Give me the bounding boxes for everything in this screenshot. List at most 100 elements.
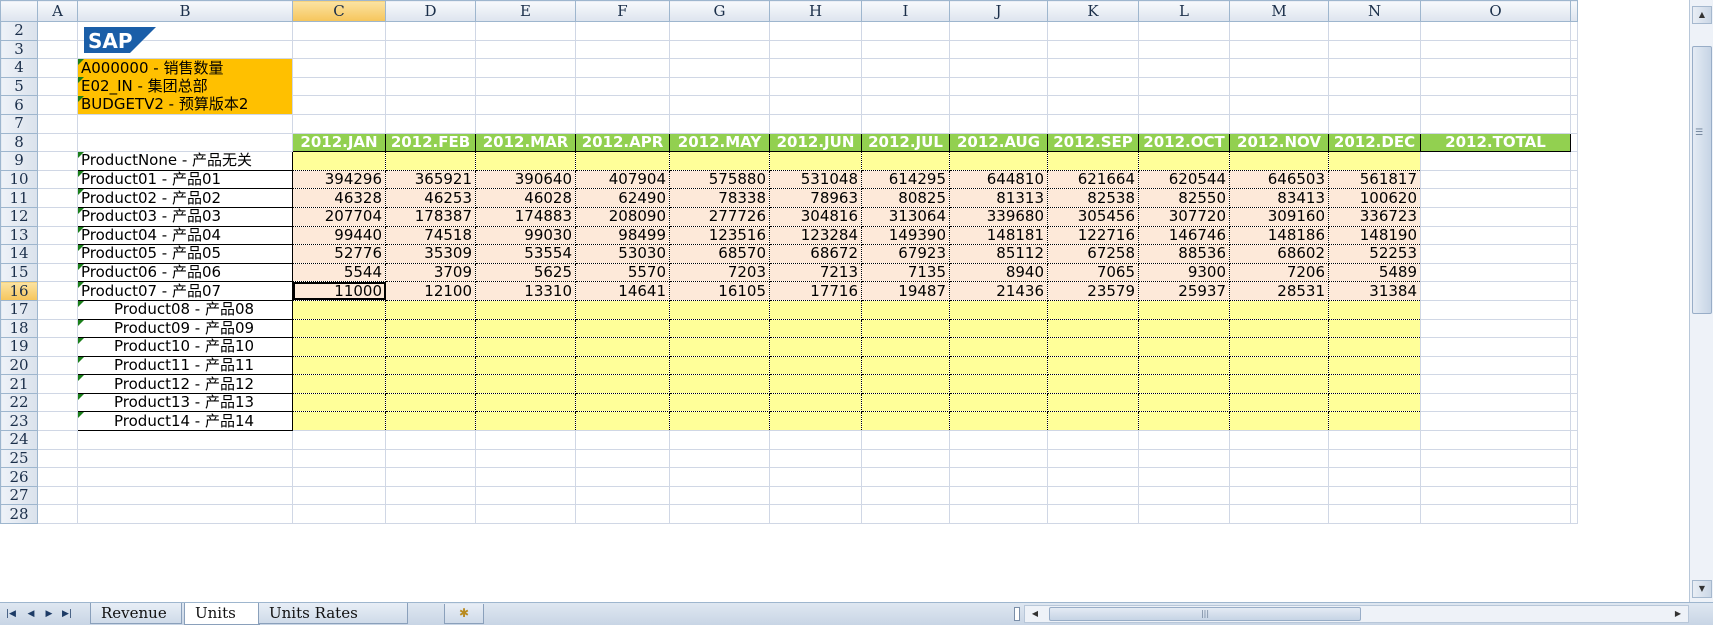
data-cell[interactable]: 8940 bbox=[949, 262, 1048, 283]
row-header[interactable]: 24 bbox=[0, 430, 38, 450]
cell[interactable] bbox=[575, 58, 670, 78]
input-cell[interactable] bbox=[1047, 411, 1139, 432]
cell[interactable] bbox=[1570, 95, 1578, 115]
row-header[interactable]: 11 bbox=[0, 188, 38, 208]
cell[interactable] bbox=[37, 132, 78, 153]
cell[interactable] bbox=[1570, 113, 1578, 134]
cell[interactable] bbox=[949, 58, 1048, 78]
input-cell[interactable] bbox=[1047, 392, 1139, 413]
cell[interactable] bbox=[37, 95, 78, 115]
period-header[interactable]: 2012.OCT bbox=[1138, 132, 1230, 153]
cell[interactable] bbox=[1420, 58, 1571, 78]
row-header[interactable]: 13 bbox=[0, 225, 38, 246]
cell[interactable] bbox=[861, 113, 950, 134]
cell[interactable] bbox=[1328, 113, 1421, 134]
input-cell[interactable] bbox=[1138, 355, 1230, 376]
input-cell[interactable] bbox=[292, 151, 386, 171]
product-label[interactable]: Product12 - 产品12 bbox=[77, 374, 293, 394]
cell[interactable] bbox=[1570, 169, 1578, 190]
cell[interactable] bbox=[1570, 188, 1578, 208]
data-cell[interactable]: 390640 bbox=[475, 169, 576, 190]
cell[interactable] bbox=[949, 113, 1048, 134]
input-cell[interactable] bbox=[669, 374, 770, 394]
cell[interactable] bbox=[37, 206, 78, 227]
vertical-scrollbar[interactable]: ▲ ☰ ▼ bbox=[1689, 0, 1713, 602]
data-cell[interactable]: 305456 bbox=[1047, 206, 1139, 227]
input-cell[interactable] bbox=[1047, 151, 1139, 171]
input-cell[interactable] bbox=[1229, 374, 1329, 394]
data-cell[interactable]: 646503 bbox=[1229, 169, 1329, 190]
cell[interactable] bbox=[37, 392, 78, 413]
cell[interactable] bbox=[1570, 504, 1578, 525]
cell[interactable] bbox=[769, 448, 862, 469]
cell[interactable] bbox=[1138, 39, 1230, 60]
cell[interactable] bbox=[37, 188, 78, 208]
cell[interactable] bbox=[37, 467, 78, 487]
cell[interactable] bbox=[475, 485, 576, 506]
cell[interactable] bbox=[1328, 76, 1421, 97]
row-header[interactable]: 26 bbox=[0, 467, 38, 487]
input-cell[interactable] bbox=[1138, 392, 1230, 413]
cell[interactable] bbox=[1570, 262, 1578, 283]
input-cell[interactable] bbox=[1328, 337, 1421, 357]
cell[interactable] bbox=[669, 58, 770, 78]
data-cell[interactable]: 122716 bbox=[1047, 225, 1139, 246]
cell[interactable] bbox=[475, 113, 576, 134]
cell[interactable] bbox=[1570, 355, 1578, 376]
row-header[interactable]: 3 bbox=[0, 39, 38, 60]
input-cell[interactable] bbox=[861, 411, 950, 432]
scroll-down-icon[interactable]: ▼ bbox=[1692, 580, 1712, 598]
data-cell[interactable]: 575880 bbox=[669, 169, 770, 190]
cell[interactable] bbox=[292, 21, 386, 41]
cell[interactable] bbox=[37, 374, 78, 394]
input-cell[interactable] bbox=[669, 355, 770, 376]
cell[interactable] bbox=[769, 467, 862, 487]
sheet-tab-revenue[interactable]: Revenue bbox=[90, 603, 182, 624]
row-header[interactable]: 12 bbox=[0, 206, 38, 227]
cell[interactable] bbox=[37, 318, 78, 339]
cell[interactable] bbox=[1570, 21, 1578, 41]
product-label[interactable]: Product05 - 产品05 bbox=[77, 244, 293, 264]
input-cell[interactable] bbox=[861, 318, 950, 339]
data-cell[interactable]: 174883 bbox=[475, 206, 576, 227]
cell[interactable] bbox=[292, 76, 386, 97]
column-header-c[interactable]: C bbox=[292, 0, 386, 22]
cell[interactable] bbox=[292, 95, 386, 115]
cell[interactable] bbox=[1328, 504, 1421, 525]
column-header-i[interactable]: I bbox=[861, 0, 950, 22]
input-cell[interactable] bbox=[475, 392, 576, 413]
cell[interactable] bbox=[292, 504, 386, 525]
cell[interactable] bbox=[861, 95, 950, 115]
row-header[interactable]: 14 bbox=[0, 244, 38, 264]
cell[interactable] bbox=[1328, 467, 1421, 487]
product-label[interactable]: Product14 - 产品14 bbox=[77, 411, 293, 432]
data-cell[interactable]: 123284 bbox=[769, 225, 862, 246]
input-cell[interactable] bbox=[385, 374, 476, 394]
cell[interactable] bbox=[769, 113, 862, 134]
column-header-g[interactable]: G bbox=[669, 0, 770, 22]
cell[interactable] bbox=[1420, 318, 1571, 339]
cell[interactable] bbox=[77, 504, 293, 525]
column-header-b[interactable]: B bbox=[77, 0, 293, 22]
cell[interactable] bbox=[769, 430, 862, 450]
row-header[interactable]: 19 bbox=[0, 337, 38, 357]
input-cell[interactable] bbox=[575, 337, 670, 357]
data-cell[interactable]: 277726 bbox=[669, 206, 770, 227]
cell[interactable] bbox=[861, 485, 950, 506]
data-cell[interactable]: 46328 bbox=[292, 188, 386, 208]
data-cell[interactable]: 644810 bbox=[949, 169, 1048, 190]
cell[interactable] bbox=[1570, 58, 1578, 78]
cell[interactable] bbox=[861, 448, 950, 469]
input-cell[interactable] bbox=[769, 151, 862, 171]
row-header[interactable]: 10 bbox=[0, 169, 38, 190]
cell[interactable] bbox=[475, 448, 576, 469]
input-cell[interactable] bbox=[385, 337, 476, 357]
cell[interactable] bbox=[475, 95, 576, 115]
cell[interactable] bbox=[949, 448, 1048, 469]
input-cell[interactable] bbox=[1047, 355, 1139, 376]
input-cell[interactable] bbox=[669, 151, 770, 171]
cell[interactable] bbox=[1570, 411, 1578, 432]
data-cell[interactable]: 149390 bbox=[861, 225, 950, 246]
input-cell[interactable] bbox=[1229, 151, 1329, 171]
cell[interactable] bbox=[1328, 485, 1421, 506]
